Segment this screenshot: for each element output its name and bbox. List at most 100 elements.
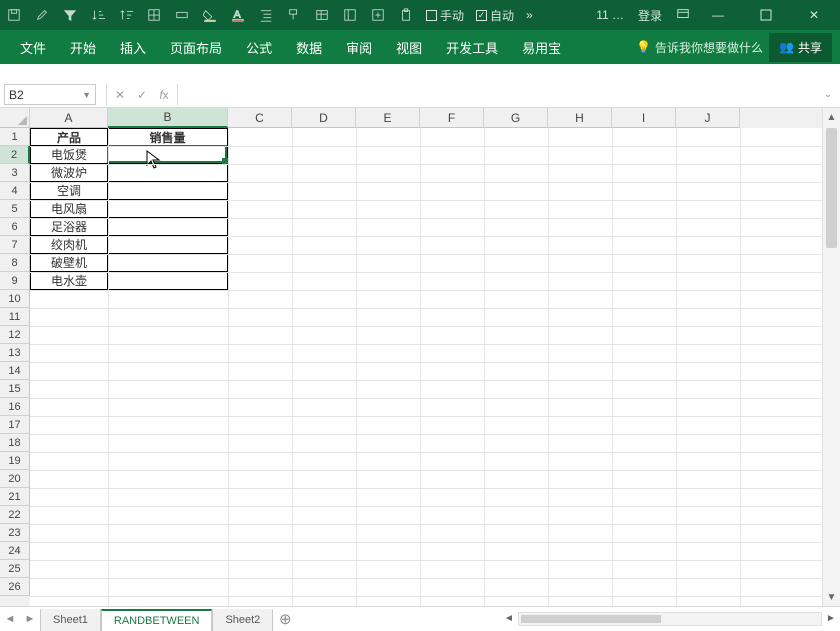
row-header-7[interactable]: 7 <box>0 236 30 254</box>
cell-r8-c2[interactable] <box>108 254 228 272</box>
row-header-25[interactable]: 25 <box>0 560 30 578</box>
scroll-left-icon[interactable]: ◄ <box>500 613 518 624</box>
row-header-1[interactable]: 1 <box>0 128 30 146</box>
chevron-down-icon[interactable]: ▼ <box>82 90 91 100</box>
cell-r2-c1[interactable]: 电饭煲 <box>30 146 108 164</box>
merge-icon[interactable] <box>174 7 190 23</box>
col-header-A[interactable]: A <box>30 108 108 128</box>
row-header-14[interactable]: 14 <box>0 362 30 380</box>
col-header-E[interactable]: E <box>356 108 420 128</box>
name-box[interactable]: B2 ▼ <box>4 84 96 105</box>
scroll-up-icon[interactable]: ▲ <box>823 108 840 126</box>
format-painter-icon[interactable] <box>286 7 302 23</box>
add-sheet-icon[interactable]: ⊕ <box>273 610 297 628</box>
calc-manual-checkbox[interactable]: 手动 <box>426 7 464 24</box>
col-header-B[interactable]: B <box>108 108 228 128</box>
row-header-15[interactable]: 15 <box>0 380 30 398</box>
row-header-13[interactable]: 13 <box>0 344 30 362</box>
col-header-D[interactable]: D <box>292 108 356 128</box>
scroll-thumb[interactable] <box>826 128 837 248</box>
share-button[interactable]: 👥共享 <box>769 33 832 62</box>
row-header-5[interactable]: 5 <box>0 200 30 218</box>
cell-r1-c1[interactable]: 产品 <box>30 128 108 146</box>
brush-icon[interactable] <box>34 7 50 23</box>
accept-formula-icon[interactable]: ✓ <box>131 84 153 105</box>
font-color-icon[interactable]: A <box>230 7 246 23</box>
fill-color-icon[interactable] <box>202 7 218 23</box>
vertical-scrollbar[interactable]: ▲ ▼ <box>822 108 840 606</box>
tab-layout[interactable]: 页面布局 <box>158 30 234 64</box>
minimize-button[interactable]: — <box>698 0 738 30</box>
cell-r9-c2[interactable] <box>108 272 228 290</box>
select-all-corner[interactable] <box>0 108 30 128</box>
row-header-12[interactable]: 12 <box>0 326 30 344</box>
tab-file[interactable]: 文件 <box>8 30 58 64</box>
row-header-20[interactable]: 20 <box>0 470 30 488</box>
cell-r3-c2[interactable] <box>108 164 228 182</box>
tab-developer[interactable]: 开发工具 <box>434 30 510 64</box>
row-header-8[interactable]: 8 <box>0 254 30 272</box>
borders-icon[interactable] <box>146 7 162 23</box>
row-header-16[interactable]: 16 <box>0 398 30 416</box>
cell-r9-c1[interactable]: 电水壶 <box>30 272 108 290</box>
row-header-2[interactable]: 2 <box>0 146 30 164</box>
cell-r5-c2[interactable] <box>108 200 228 218</box>
filter-icon[interactable] <box>62 7 78 23</box>
cell-r7-c1[interactable]: 绞肉机 <box>30 236 108 254</box>
col-header-J[interactable]: J <box>676 108 740 128</box>
cell-r7-c2[interactable] <box>108 236 228 254</box>
row-header-23[interactable]: 23 <box>0 524 30 542</box>
row-header-17[interactable]: 17 <box>0 416 30 434</box>
freeze-icon[interactable] <box>342 7 358 23</box>
cell-r2-c2[interactable] <box>108 146 228 164</box>
cell-r8-c1[interactable]: 破壁机 <box>30 254 108 272</box>
row-header-26[interactable]: 26 <box>0 578 30 596</box>
row-header-9[interactable]: 9 <box>0 272 30 290</box>
scroll-right-icon[interactable]: ► <box>822 613 840 624</box>
formula-input[interactable] <box>180 84 820 105</box>
cell-r5-c1[interactable]: 电风扇 <box>30 200 108 218</box>
cell-r6-c1[interactable]: 足浴器 <box>30 218 108 236</box>
cells-area[interactable]: 产品销售量电饭煲微波炉空调电风扇足浴器绞肉机破壁机电水壶 <box>30 128 822 606</box>
row-header-18[interactable]: 18 <box>0 434 30 452</box>
tab-data[interactable]: 数据 <box>284 30 334 64</box>
save-icon[interactable] <box>6 7 22 23</box>
tab-insert[interactable]: 插入 <box>108 30 158 64</box>
col-header-C[interactable]: C <box>228 108 292 128</box>
scroll-down-icon[interactable]: ▼ <box>823 588 840 606</box>
sheet-nav-prev-icon[interactable]: ◄ <box>0 607 20 631</box>
cell-r4-c2[interactable] <box>108 182 228 200</box>
calc-auto-checkbox[interactable]: ✓自动 <box>476 7 514 24</box>
ribbon-display-icon[interactable] <box>676 7 690 24</box>
row-header-22[interactable]: 22 <box>0 506 30 524</box>
qat-more-icon[interactable]: » <box>526 8 533 22</box>
fx-icon[interactable]: fx <box>153 84 175 105</box>
sheet-tab-2[interactable]: Sheet2 <box>212 609 273 631</box>
col-header-H[interactable]: H <box>548 108 612 128</box>
row-header-6[interactable]: 6 <box>0 218 30 236</box>
column-headers[interactable]: ABCDEFGHIJ <box>30 108 822 128</box>
cell-r1-c2[interactable]: 销售量 <box>108 128 228 146</box>
row-header-19[interactable]: 19 <box>0 452 30 470</box>
col-header-F[interactable]: F <box>420 108 484 128</box>
sheet-tab-0[interactable]: Sheet1 <box>40 609 101 631</box>
expand-formula-icon[interactable]: ⌄ <box>820 89 836 100</box>
horizontal-scrollbar[interactable]: ◄ ► <box>500 607 840 631</box>
maximize-button[interactable] <box>746 0 786 30</box>
sheet-nav-next-icon[interactable]: ► <box>20 607 40 631</box>
row-header-10[interactable]: 10 <box>0 290 30 308</box>
sort-asc-icon[interactable] <box>90 7 106 23</box>
sort-desc-icon[interactable] <box>118 7 134 23</box>
login-button[interactable]: 登录 <box>638 7 662 24</box>
cancel-formula-icon[interactable]: ✕ <box>109 84 131 105</box>
cell-r3-c1[interactable]: 微波炉 <box>30 164 108 182</box>
row-header-24[interactable]: 24 <box>0 542 30 560</box>
paste-icon[interactable] <box>398 7 414 23</box>
row-header-4[interactable]: 4 <box>0 182 30 200</box>
tab-eyb[interactable]: 易用宝 <box>510 30 573 64</box>
insert-icon[interactable] <box>370 7 386 23</box>
cell-r4-c1[interactable]: 空调 <box>30 182 108 200</box>
tab-view[interactable]: 视图 <box>384 30 434 64</box>
row-headers[interactable]: 1234567891011121314151617181920212223242… <box>0 128 30 606</box>
col-header-G[interactable]: G <box>484 108 548 128</box>
